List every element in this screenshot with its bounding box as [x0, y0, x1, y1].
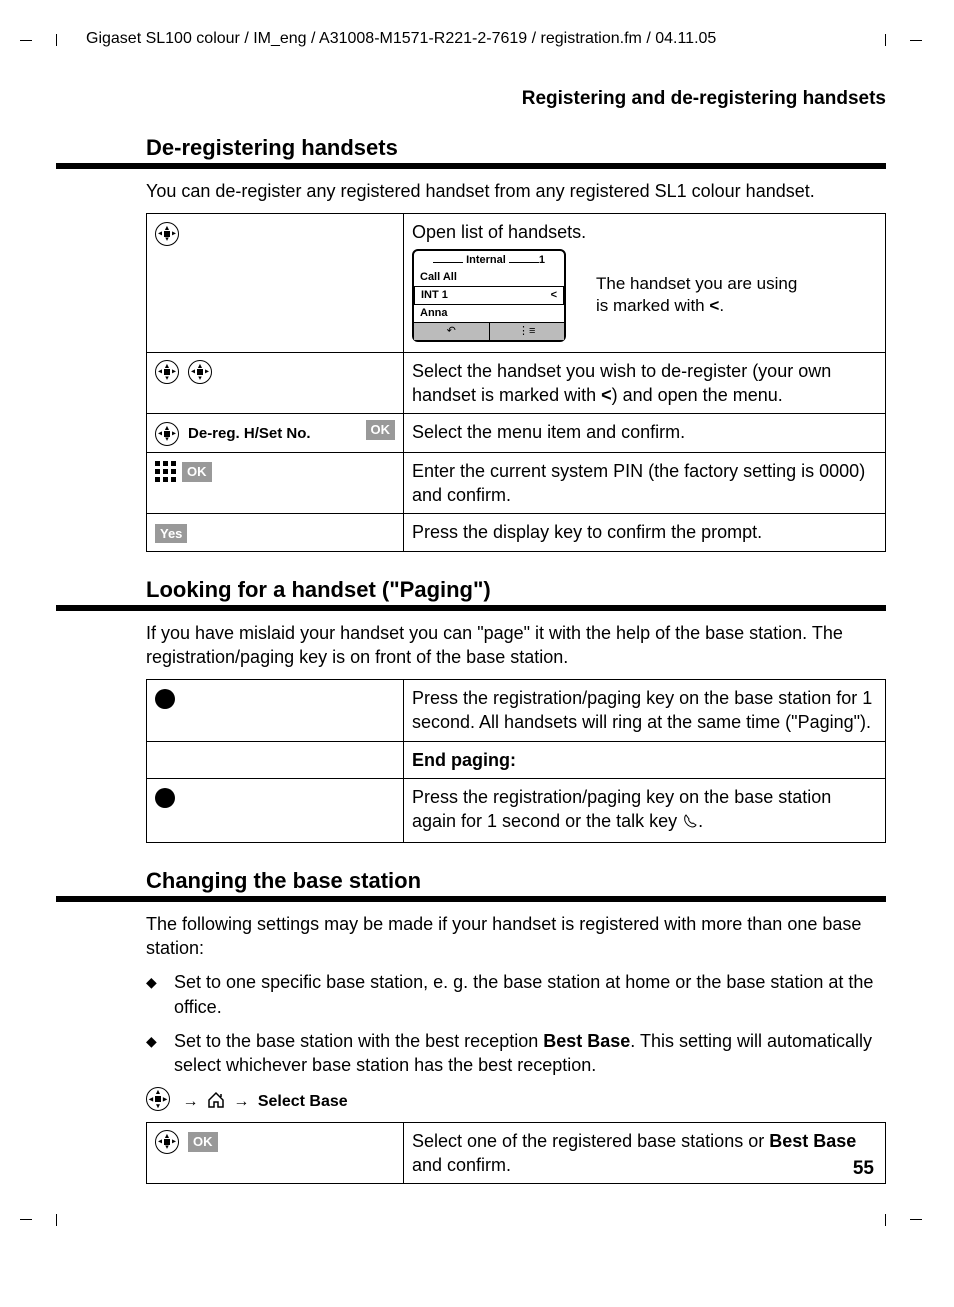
- end-paging-label: End paging:: [412, 750, 516, 770]
- keypad-icon: [155, 461, 177, 483]
- nav-icon: ▲▾◂▸: [155, 360, 179, 384]
- steps-table-base: ▲▾◂▸ OK Select one of the registered bas…: [146, 1122, 886, 1185]
- base-step-text: Select one of the registered base statio…: [404, 1122, 886, 1184]
- display-line2-left: INT 1: [421, 288, 448, 303]
- intro-basestation: The following settings may be made if yo…: [146, 912, 886, 961]
- heading-rule: [56, 163, 886, 169]
- section-title: Registering and de-registering handsets: [56, 88, 886, 110]
- paging-step1: Press the registration/paging key on the…: [404, 680, 886, 742]
- display-line1: Call All: [414, 269, 564, 286]
- paging-step2: Press the registration/paging key on the…: [404, 779, 886, 843]
- softkey-right: ⋮≡: [490, 323, 565, 340]
- step5-text: Press the display key to confirm the pro…: [404, 514, 886, 551]
- ok-badge: OK: [366, 420, 396, 440]
- nav-icon: ▲▾◂▸: [155, 1130, 179, 1154]
- nav-icon: ▲▾◂▸: [155, 422, 179, 446]
- display-line2-right: <: [551, 288, 557, 303]
- display-line3: Anna: [414, 305, 564, 322]
- bullet-2: Set to the base station with the best re…: [146, 1029, 886, 1078]
- steps-table-paging: Press the registration/paging key on the…: [146, 679, 886, 842]
- step2-text: Select the handset you wish to de-regist…: [404, 352, 886, 414]
- house-icon: [207, 1091, 225, 1114]
- softkey-left: ↶: [414, 323, 490, 340]
- step4-text: Enter the current system PIN (the factor…: [404, 452, 886, 514]
- menu-path-text: Select Base: [258, 1093, 348, 1110]
- handset-display: Internal 1 Call All INT 1 < Anna ↶⋮≡: [412, 249, 566, 342]
- header-path: Gigaset SL100 colour / IM_eng / A31008-M…: [86, 30, 886, 48]
- step3-text: Select the menu item and confirm.: [404, 414, 886, 452]
- display-annotation: The handset you are using is marked with…: [596, 273, 797, 317]
- talk-key-icon: [682, 811, 698, 835]
- intro-paging: If you have mislaid your handset you can…: [146, 621, 886, 670]
- nav-left-icon: ▲▾◂▸: [155, 222, 179, 246]
- nav-right-icon: ▲▾◂▸: [146, 1087, 170, 1111]
- page-number: 55: [853, 1158, 874, 1180]
- heading-deregister: De-registering handsets: [146, 135, 886, 161]
- step1-text: Open list of handsets.: [412, 220, 877, 244]
- menu-item-dereg: De-reg. H/Set No.: [188, 425, 311, 442]
- paging-key-icon: [155, 689, 175, 709]
- menu-path: ▲▾◂▸ → → Select Base: [146, 1087, 886, 1113]
- ok-badge: OK: [182, 462, 212, 482]
- heading-rule: [56, 896, 886, 902]
- intro-deregister: You can de-register any registered hands…: [146, 179, 886, 203]
- paging-key-icon: [155, 788, 175, 808]
- yes-badge: Yes: [155, 524, 187, 544]
- ok-badge: OK: [188, 1132, 218, 1152]
- steps-table-deregister: ▲▾◂▸ Open list of handsets. Internal 1 C…: [146, 213, 886, 551]
- nav-right-icon: ▲▾◂▸: [188, 360, 212, 384]
- display-num: 1: [539, 254, 545, 266]
- heading-rule: [56, 605, 886, 611]
- display-title: Internal: [466, 254, 506, 266]
- heading-basestation: Changing the base station: [146, 868, 886, 894]
- bullet-list: Set to one specific base station, e. g. …: [146, 970, 886, 1077]
- bullet-1: Set to one specific base station, e. g. …: [146, 970, 886, 1019]
- heading-paging: Looking for a handset ("Paging"): [146, 577, 886, 603]
